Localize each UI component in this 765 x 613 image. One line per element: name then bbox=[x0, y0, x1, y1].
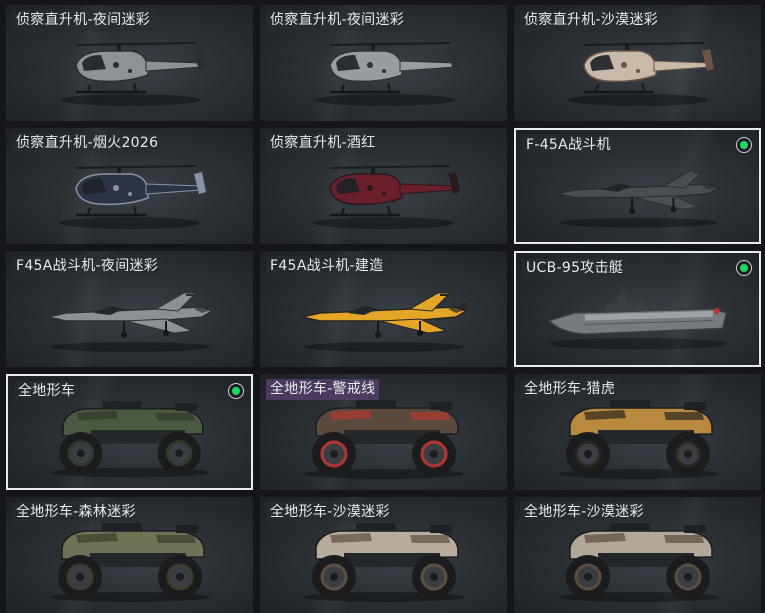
skin-name-label: 全地形车-警戒线 bbox=[266, 379, 380, 400]
vehicle-skin-card[interactable]: 侦察直升机-夜间迷彩 bbox=[260, 5, 507, 121]
vehicle-skin-card[interactable]: 侦察直升机-沙漠迷彩 bbox=[514, 5, 761, 121]
skin-name-label: UCB-95攻击艇 bbox=[522, 258, 628, 279]
skin-name-label: 全地形车 bbox=[14, 381, 80, 402]
vehicle-skin-card[interactable]: 全地形车-猎虎 bbox=[514, 374, 761, 490]
vehicle-skin-card[interactable]: 全地形车-沙漠迷彩 bbox=[514, 497, 761, 613]
skin-name-label: 侦察直升机-沙漠迷彩 bbox=[520, 10, 663, 31]
vehicle-skin-card[interactable]: 侦察直升机-酒红 bbox=[260, 128, 507, 244]
skin-name-label: 侦察直升机-夜间迷彩 bbox=[266, 10, 409, 31]
skin-name-label: F-45A战斗机 bbox=[522, 135, 615, 156]
vehicle-skin-card[interactable]: F45A战斗机-建造 bbox=[260, 251, 507, 367]
skin-name-label: 全地形车-沙漠迷彩 bbox=[520, 502, 648, 523]
skin-name-label: 侦察直升机-夜间迷彩 bbox=[12, 10, 155, 31]
equipped-indicator-icon bbox=[736, 137, 752, 153]
vehicle-skin-grid: 侦察直升机-夜间迷彩 侦察直升机-夜间迷彩 侦察直升机-沙漠迷彩 侦察直升机-烟… bbox=[0, 0, 765, 613]
skin-name-label: F45A战斗机-建造 bbox=[266, 256, 388, 277]
vehicle-skin-card[interactable]: 全地形车-森林迷彩 bbox=[6, 497, 253, 613]
vehicle-skin-card[interactable]: 全地形车-警戒线 bbox=[260, 374, 507, 490]
equipped-indicator-icon bbox=[228, 383, 244, 399]
vehicle-skin-card[interactable]: F45A战斗机-夜间迷彩 bbox=[6, 251, 253, 367]
vehicle-skin-card[interactable]: 全地形车 bbox=[6, 374, 253, 490]
skin-name-label: F45A战斗机-夜间迷彩 bbox=[12, 256, 163, 277]
skin-name-label: 全地形车-沙漠迷彩 bbox=[266, 502, 394, 523]
vehicle-skin-card[interactable]: 全地形车-沙漠迷彩 bbox=[260, 497, 507, 613]
skin-name-label: 侦察直升机-酒红 bbox=[266, 133, 380, 154]
skin-name-label: 全地形车-森林迷彩 bbox=[12, 502, 140, 523]
vehicle-skin-card[interactable]: F-45A战斗机 bbox=[514, 128, 761, 244]
skin-name-label: 全地形车-猎虎 bbox=[520, 379, 620, 400]
equipped-indicator-icon bbox=[736, 260, 752, 276]
vehicle-skin-card[interactable]: UCB-95攻击艇 bbox=[514, 251, 761, 367]
vehicle-skin-card[interactable]: 侦察直升机-夜间迷彩 bbox=[6, 5, 253, 121]
vehicle-skin-card[interactable]: 侦察直升机-烟火2026 bbox=[6, 128, 253, 244]
skin-name-label: 侦察直升机-烟火2026 bbox=[12, 133, 163, 154]
